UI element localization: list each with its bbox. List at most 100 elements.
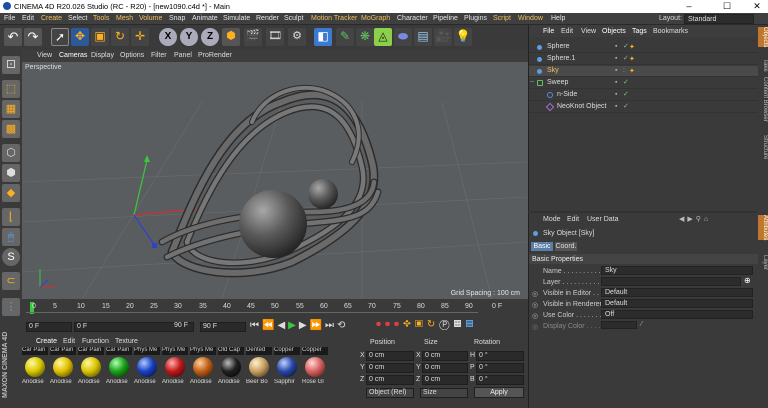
texture-mode-icon[interactable]: ▦ (2, 100, 20, 118)
pen-spline-icon[interactable]: ✎ (336, 28, 354, 46)
grid-icon[interactable]: ⋮ (2, 298, 20, 316)
menu-window[interactable]: Window (518, 15, 543, 22)
menu-character[interactable]: Character (397, 15, 428, 22)
attr-menu-mode[interactable]: Mode (543, 216, 561, 223)
scale-key-icon[interactable]: ▣ (415, 319, 427, 330)
play-icon[interactable]: ▶ (288, 320, 299, 331)
vtab-take[interactable]: Take (758, 59, 768, 72)
position-z-field[interactable]: 0 cm (366, 375, 414, 385)
size-y-field[interactable]: 0 cm (422, 363, 468, 373)
make-editable-icon[interactable]: ⚀ (2, 56, 20, 74)
visible-check-icon[interactable]: ✓ (623, 79, 629, 86)
size-x-field[interactable]: 0 cm (422, 351, 468, 361)
material-swatch[interactable]: Copper Sapphir (274, 347, 300, 387)
display-color-swatch[interactable] (601, 321, 637, 329)
attr-nav-icons[interactable]: ◀▶⚲⌂ (679, 215, 711, 223)
model-mode-icon[interactable]: ⬚ (2, 80, 20, 98)
vp-menu-view[interactable]: View (37, 52, 52, 59)
collapse-icon[interactable]: − (530, 79, 534, 86)
vtab-structure[interactable]: Structure (758, 135, 768, 159)
rotation-h-field[interactable]: 0 ° (476, 351, 524, 361)
redo-icon[interactable]: ↷ (24, 28, 42, 46)
material-swatch[interactable]: Phys Me Anodise (162, 347, 188, 387)
anim-dot-icon[interactable]: ◎ (532, 323, 538, 331)
rotate-icon[interactable]: ↻ (111, 28, 129, 46)
obj-menu-tags[interactable]: Tags (632, 28, 647, 35)
vp-menu-display[interactable]: Display (91, 52, 114, 59)
visible-renderer-select[interactable]: Default (601, 299, 753, 308)
sphere-small[interactable] (308, 179, 338, 209)
menu-render[interactable]: Render (256, 15, 279, 22)
minimize-button[interactable]: – (678, 0, 700, 13)
render-settings-icon[interactable]: ⚙ (288, 28, 306, 46)
layer-icon[interactable]: ▪ (615, 67, 621, 74)
attr-menu-edit[interactable]: Edit (567, 216, 579, 223)
layer-field[interactable] (601, 277, 741, 286)
visible-check-icon[interactable]: ✓ (623, 91, 629, 98)
layer-link-icon[interactable]: ⊕ (744, 276, 751, 285)
material-swatch[interactable]: Copper Rose Gl (302, 347, 328, 387)
undo-icon[interactable]: ↶ (4, 28, 22, 46)
prev-key-icon[interactable]: ⏪ (262, 320, 277, 331)
vtab-objects[interactable]: Objects (758, 27, 768, 48)
axis-mode-icon[interactable]: ⌊ (2, 208, 20, 226)
layer-icon[interactable]: ▪ (615, 103, 621, 110)
tag-icon[interactable]: ✦ (629, 55, 635, 63)
coord-mode-select[interactable]: Object (Rel) (366, 388, 414, 398)
tweak-mode-icon[interactable]: 🖱 (2, 228, 20, 246)
workplane-icon[interactable]: ▩ (2, 120, 20, 138)
size-z-field[interactable]: 0 cm (422, 375, 468, 385)
subdivision-icon[interactable]: ❋ (356, 28, 374, 46)
record-icon[interactable]: ⏺ (376, 319, 385, 330)
autokey-icon[interactable]: ⏺ (385, 319, 394, 330)
timeline-ruler[interactable]: 0 5 10 15 20 25 30 35 40 45 50 55 60 65 … (22, 299, 528, 317)
cube-icon[interactable]: ◧ (314, 28, 332, 46)
prev-frame-icon[interactable]: ◀ (277, 320, 288, 331)
attr-menu-user-data[interactable]: User Data (587, 216, 619, 223)
loop-icon[interactable]: ⟲ (337, 320, 348, 331)
material-swatch[interactable]: Car Pain Anodise (106, 347, 132, 387)
environment-icon[interactable]: ⬬ (394, 28, 412, 46)
obj-menu-edit[interactable]: Edit (561, 28, 573, 35)
vp-menu-prorender[interactable]: ProRender (198, 52, 232, 59)
position-x-field[interactable]: 0 cm (366, 351, 414, 361)
goto-end-icon[interactable]: ⏭ (325, 320, 337, 331)
rotation-b-field[interactable]: 0 ° (476, 375, 524, 385)
menu-snap[interactable]: Snap (169, 15, 185, 22)
tag-icon[interactable]: ✦ (629, 67, 635, 75)
coordinate-system-icon[interactable]: ⬢ (222, 28, 240, 46)
menu-edit[interactable]: Edit (22, 15, 34, 22)
menu-pipeline[interactable]: Pipeline (433, 15, 458, 22)
vp-menu-options[interactable]: Options (120, 52, 144, 59)
material-swatch[interactable]: Dented Beer Bo (246, 347, 272, 387)
object-row[interactable]: − Sweep ▪ ✓ (529, 78, 759, 89)
close-button[interactable]: ✕ (746, 0, 768, 13)
scale-icon[interactable]: ▣ (91, 28, 109, 46)
layer-icon[interactable]: ▪ (615, 55, 621, 62)
select-cursor-icon[interactable]: ➚ (51, 28, 69, 46)
edges-mode-icon[interactable]: ⬢ (2, 164, 20, 182)
z-axis-icon[interactable]: Z (201, 28, 219, 46)
maximize-button[interactable]: ☐ (716, 0, 738, 13)
material-swatch[interactable]: Old Cap Anodise (218, 347, 244, 387)
end-frame-field[interactable]: 90 F (200, 322, 246, 332)
menu-volume[interactable]: Volume (139, 15, 162, 22)
polygons-mode-icon[interactable]: ◆ (2, 184, 20, 202)
pla-key-icon[interactable]: ▦ (454, 319, 466, 330)
object-row[interactable]: Sphere ▪ ✓ ✦ (529, 42, 759, 53)
rotation-p-field[interactable]: 0 ° (476, 363, 524, 373)
snap-icon[interactable]: S (2, 248, 20, 266)
tab-basic[interactable]: Basic (531, 242, 553, 251)
menu-sculpt[interactable]: Sculpt (284, 15, 303, 22)
menu-mesh[interactable]: Mesh (116, 15, 133, 22)
menu-mograph[interactable]: MoGraph (361, 15, 390, 22)
color-picker-icon[interactable]: ⁄ (641, 321, 642, 328)
render-view-icon[interactable]: 🎬 (244, 28, 262, 46)
deformer-icon[interactable]: ◬ (374, 28, 392, 46)
material-swatch[interactable]: Car Pain Anodise (22, 347, 48, 387)
move-icon[interactable]: ✥ (71, 28, 89, 46)
obj-menu-view[interactable]: View (581, 28, 596, 35)
size-mode-select[interactable]: Size (420, 388, 468, 398)
menu-help[interactable]: Help (551, 15, 565, 22)
menu-file[interactable]: File (4, 15, 15, 22)
